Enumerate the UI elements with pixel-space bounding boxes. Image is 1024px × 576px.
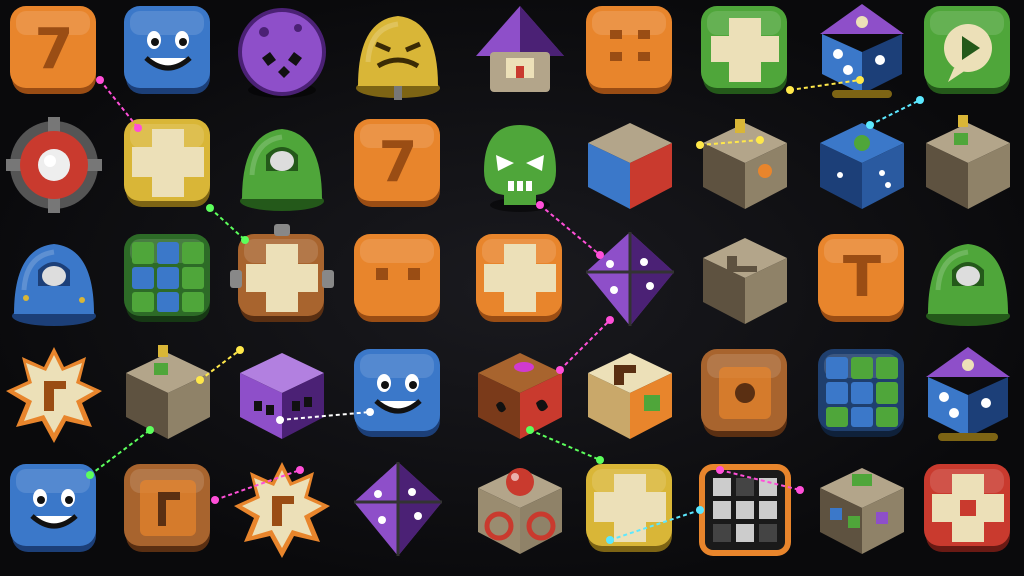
purple-face-cube-icon	[240, 353, 324, 439]
yellow-dome-grumpy-icon	[356, 16, 440, 100]
tile-red-cream-cross-block[interactable]	[918, 460, 1018, 560]
tile-orange-hash-block[interactable]	[580, 2, 680, 102]
tile-green-speech-bubble-block[interactable]	[918, 2, 1018, 102]
tile-wood-carved-F-block[interactable]	[118, 460, 218, 560]
tile-cream-notch-cube[interactable]	[580, 345, 680, 445]
yellow-cross-block-icon	[124, 119, 210, 207]
cream-notch-cube-icon	[588, 353, 672, 439]
green-speech-bubble-block-icon	[924, 6, 1010, 94]
purple-ball-monster-icon	[238, 8, 326, 98]
tile-purple-dice-house[interactable]	[812, 2, 912, 102]
tile-green-dome-bell[interactable]	[918, 230, 1018, 330]
tile-orange-seven-block[interactable]: 7	[4, 2, 104, 102]
tile-green-blue-grid-block[interactable]	[118, 230, 218, 330]
orange-eyes-block-icon	[354, 234, 440, 322]
blue-green-grid-block-icon	[818, 349, 904, 437]
tile-yellow-cross-block[interactable]	[580, 460, 680, 560]
tile-blue-smiley-block[interactable]	[118, 2, 218, 102]
orange-T-block-icon: T	[818, 234, 904, 322]
stone-switch-box-icon	[703, 119, 787, 209]
tile-dark-grid-block[interactable]	[695, 460, 795, 560]
puzzle-board: 7 7 T	[0, 0, 1024, 576]
tile-purple-face-cube[interactable]	[232, 345, 332, 445]
orange-seven-block-icon: 7	[10, 6, 96, 94]
tile-orange-seven-block[interactable]: 7	[348, 115, 448, 215]
stone-button-panel-icon	[126, 345, 210, 439]
stone-button-panel-icon	[926, 115, 1010, 209]
wood-carved-block-icon	[701, 349, 787, 437]
wood-cross-gear-icon	[230, 224, 334, 322]
stone-color-crate-icon	[820, 468, 904, 554]
green-quad-block-icon	[701, 6, 787, 94]
tile-blue-smiley-block[interactable]	[4, 460, 104, 560]
tile-blue-red-split-cube[interactable]	[580, 115, 680, 215]
tile-wood-carved-block[interactable]	[695, 345, 795, 445]
blue-red-split-cube-icon	[588, 123, 672, 209]
tile-stone-crate-L[interactable]	[695, 230, 795, 330]
orange-gear-star-icon	[6, 347, 102, 443]
purple-diamond-dice-icon	[586, 232, 674, 326]
tile-purple-roof-pyramid[interactable]	[470, 2, 570, 102]
purple-roof-pyramid-icon	[476, 6, 564, 92]
tile-purple-ball-monster[interactable]	[232, 2, 332, 102]
green-dome-bell-icon	[926, 244, 1010, 326]
tile-blue-smiley-block[interactable]	[348, 345, 448, 445]
blue-dome-bell-icon	[12, 244, 96, 326]
orange-cross-block-icon	[476, 234, 562, 322]
wood-carved-F-block-icon	[124, 464, 210, 552]
purple-diamond-dice-icon	[354, 462, 442, 556]
orange-gear-star-icon	[234, 462, 330, 558]
orange-seven-block-icon: 7	[354, 119, 440, 207]
tile-orange-cross-block[interactable]	[470, 230, 570, 330]
tile-yellow-dome-grumpy[interactable]	[348, 2, 448, 102]
green-skull-monster-icon	[484, 125, 556, 212]
tile-orange-gear-star[interactable]	[232, 460, 332, 560]
yellow-cross-block-icon	[586, 464, 672, 552]
tile-stone-button-panel[interactable]	[918, 115, 1018, 215]
tile-yellow-cross-block[interactable]	[118, 115, 218, 215]
purple-dice-house-icon	[926, 347, 1010, 441]
green-blue-grid-block-icon	[124, 234, 210, 322]
red-gear-ring-icon	[6, 117, 102, 213]
stone-crate-L-icon	[703, 238, 787, 324]
purple-dice-house-icon	[820, 4, 904, 98]
blue-smiley-block-icon	[124, 6, 210, 94]
tile-orange-eyes-block[interactable]	[348, 230, 448, 330]
tile-stone-color-crate[interactable]	[812, 460, 912, 560]
tile-stone-button-panel[interactable]	[118, 345, 218, 445]
dark-grid-block-icon	[699, 464, 791, 556]
tile-wood-cross-gear[interactable]	[230, 224, 334, 330]
blue-smiley-block-icon	[10, 464, 96, 552]
tile-orange-gear-star[interactable]	[4, 345, 104, 445]
svg-text:7: 7	[35, 17, 74, 82]
tile-orange-T-block[interactable]: T	[812, 230, 912, 330]
spark-node	[796, 486, 804, 494]
green-dome-bell-icon	[240, 129, 324, 211]
tile-green-dome-bell[interactable]	[232, 115, 332, 215]
tile-green-skull-monster[interactable]	[470, 115, 570, 215]
wood-broken-cube-icon	[478, 353, 562, 439]
tile-stone-red-ball-box[interactable]	[470, 460, 570, 560]
svg-text:T: T	[843, 245, 881, 310]
tile-purple-diamond-dice[interactable]	[348, 460, 448, 560]
red-cream-cross-block-icon	[924, 464, 1010, 552]
stone-red-ball-box-icon	[478, 468, 562, 554]
tile-blue-dome-bell[interactable]	[4, 230, 104, 330]
tile-blue-dotted-cube[interactable]	[812, 115, 912, 215]
svg-text:7: 7	[379, 130, 418, 195]
tile-green-quad-block[interactable]	[695, 2, 795, 102]
blue-dotted-cube-icon	[820, 123, 904, 209]
tile-red-gear-ring[interactable]	[4, 115, 104, 215]
tile-purple-dice-house[interactable]	[918, 345, 1018, 445]
tile-blue-green-grid-block[interactable]	[812, 345, 912, 445]
tile-wood-broken-cube[interactable]	[470, 345, 570, 445]
orange-hash-block-icon	[586, 6, 672, 94]
blue-smiley-block-icon	[354, 349, 440, 437]
tile-purple-diamond-dice[interactable]	[580, 230, 680, 330]
tile-stone-switch-box[interactable]	[695, 115, 795, 215]
